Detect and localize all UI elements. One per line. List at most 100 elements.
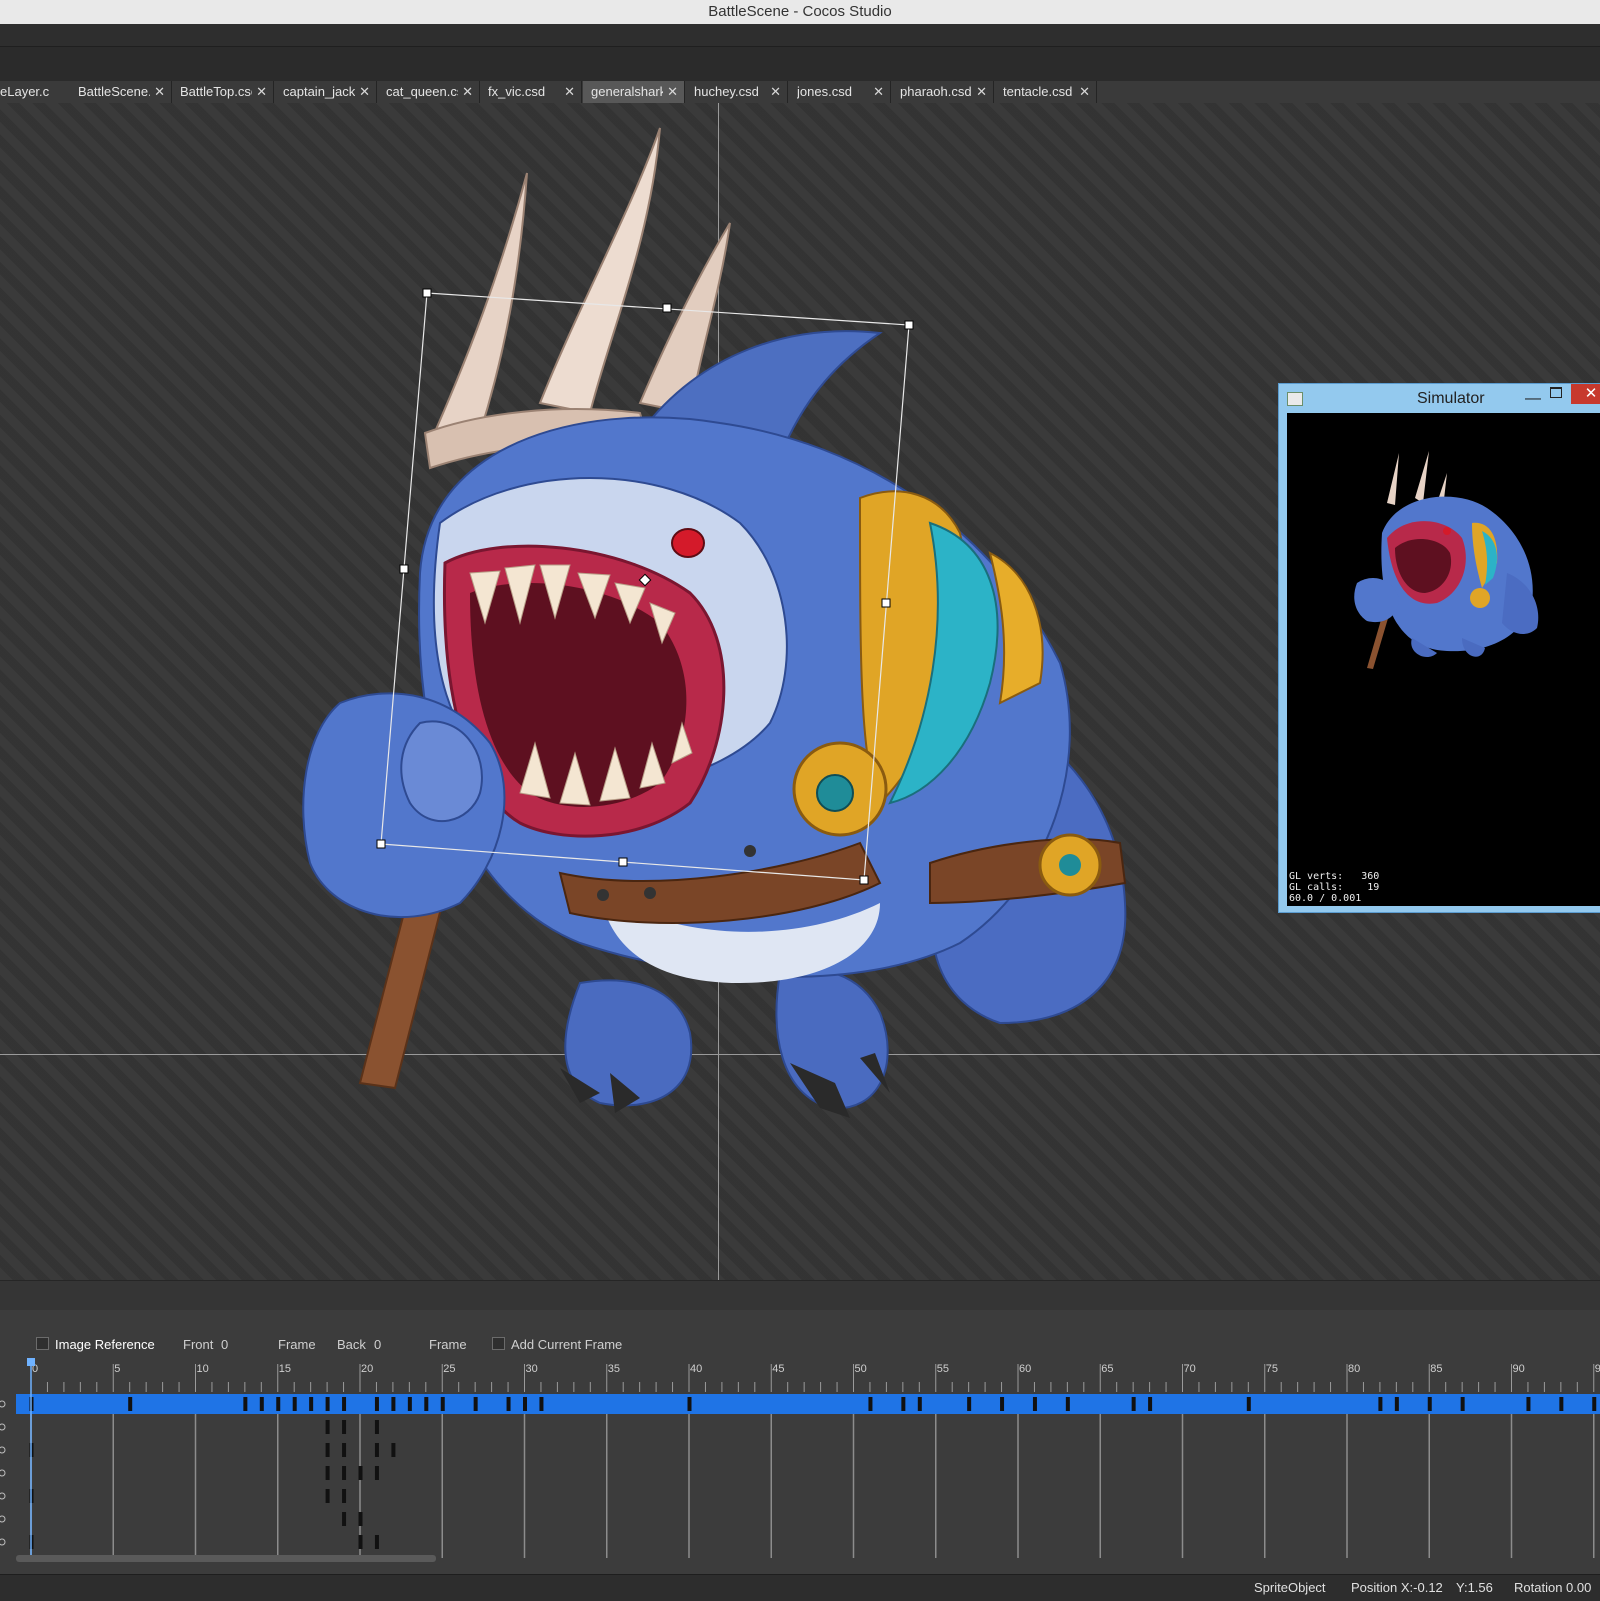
- timeline-tracks[interactable]: 05101520253035404550556065707580859095: [0, 1358, 1600, 1558]
- ruler-label: 55: [937, 1363, 949, 1375]
- timeline-options-bar: Image Reference Front 0 Frame Back 0 Fra…: [0, 1330, 1600, 1360]
- close-icon[interactable]: ✕: [1079, 81, 1090, 103]
- tab-label: cat_queen.cs: [386, 84, 458, 99]
- rotation-readout: Rotation 0.00: [1514, 1580, 1592, 1595]
- keyframe-marker: [325, 1397, 330, 1411]
- keyframe-marker: [243, 1397, 248, 1411]
- app-icon: [1287, 392, 1303, 406]
- front-frames-input[interactable]: 0: [221, 1337, 228, 1352]
- tab-label: pharaoh.csd: [900, 84, 972, 99]
- playhead-handle: [27, 1358, 35, 1366]
- resize-handle[interactable]: [618, 857, 628, 867]
- gl-stats-overlay: GL verts: 360 GL calls: 19 60.0 / 0.001: [1289, 871, 1379, 904]
- ruler-label: 25: [443, 1363, 455, 1375]
- keyframe-marker: [1032, 1397, 1037, 1411]
- keyframe-marker: [1000, 1397, 1005, 1411]
- menu-bar: [0, 24, 1600, 46]
- keyframe-marker: [1592, 1397, 1597, 1411]
- keyframe-marker: [292, 1397, 297, 1411]
- tab-fx-vic[interactable]: fx_vic.csd ✕: [480, 81, 582, 103]
- keyframe-marker: [1065, 1397, 1070, 1411]
- close-icon[interactable]: ✕: [564, 81, 575, 103]
- tab-huchey[interactable]: huchey.csd ✕: [686, 81, 788, 103]
- close-icon[interactable]: ✕: [462, 81, 473, 103]
- resize-handle[interactable]: [376, 839, 386, 849]
- tab-label: eLayer.c: [0, 84, 50, 99]
- close-icon[interactable]: ✕: [976, 81, 987, 103]
- tab-jones[interactable]: jones.csd ✕: [789, 81, 891, 103]
- panel-separator[interactable]: [0, 1280, 1600, 1311]
- tab-generalshark[interactable]: generalshark ✕: [583, 81, 685, 103]
- ruler-label: 85: [1430, 1363, 1442, 1375]
- ruler-label: 40: [690, 1363, 702, 1375]
- resize-handle[interactable]: [422, 288, 432, 298]
- keyframe-marker: [358, 1535, 363, 1549]
- close-icon[interactable]: ✕: [1571, 384, 1600, 404]
- front-frame-unit: Frame: [278, 1337, 316, 1352]
- close-icon[interactable]: ✕: [359, 81, 370, 103]
- image-reference-toggle[interactable]: Image Reference: [36, 1337, 155, 1352]
- keyframe-marker: [325, 1420, 330, 1434]
- shark-eye: [671, 528, 705, 558]
- timeline-horizontal-scrollbar[interactable]: [16, 1555, 436, 1562]
- tab-battletop[interactable]: BattleTop.csc ✕: [172, 81, 274, 103]
- resize-handle[interactable]: [399, 564, 409, 574]
- minimize-icon[interactable]: —: [1525, 384, 1541, 413]
- keyframe-marker: [342, 1466, 347, 1480]
- ruler-label: 45: [772, 1363, 784, 1375]
- keyframe-marker: [1559, 1397, 1564, 1411]
- keyframe-marker: [374, 1443, 379, 1457]
- window-title: BattleScene - Cocos Studio: [0, 0, 1600, 25]
- simulator-title: Simulator: [1417, 390, 1485, 407]
- resize-handle[interactable]: [859, 875, 869, 885]
- keyframe-marker: [325, 1466, 330, 1480]
- keyframe-marker: [342, 1443, 347, 1457]
- tab-battlescene[interactable]: BattleScene.c ✕: [70, 81, 172, 103]
- simulator-screen[interactable]: GL verts: 360 GL calls: 19 60.0 / 0.001: [1287, 413, 1600, 906]
- timeline-track-selected: [16, 1394, 1600, 1414]
- keyframe-marker: [1526, 1397, 1531, 1411]
- keyframe-marker: [523, 1397, 527, 1411]
- ruler-label: 75: [1266, 1363, 1278, 1375]
- keyframe-marker: [342, 1420, 347, 1434]
- track-visibility-icon: [0, 1400, 6, 1408]
- resize-handle[interactable]: [662, 303, 672, 313]
- keyframe-marker: [1148, 1397, 1153, 1411]
- keyframe-marker: [259, 1397, 264, 1411]
- tab-label: fx_vic.csd: [488, 84, 546, 99]
- add-current-frame-checkbox[interactable]: [492, 1337, 505, 1350]
- keyframe-marker: [358, 1512, 363, 1526]
- keyframe-marker: [440, 1397, 445, 1411]
- close-icon[interactable]: ✕: [770, 81, 781, 103]
- shark-warrior-sprite-preview: [1354, 451, 1539, 669]
- add-current-frame-toggle[interactable]: Add Current Frame: [492, 1337, 622, 1352]
- close-icon[interactable]: ✕: [667, 81, 678, 103]
- tab-cat-queen[interactable]: cat_queen.cs ✕: [378, 81, 480, 103]
- tab-label: BattleTop.csc: [180, 84, 252, 99]
- gl-calls-stat: GL calls: 19: [1289, 882, 1380, 893]
- back-frames-input[interactable]: 0: [374, 1337, 381, 1352]
- resize-handle[interactable]: [904, 320, 914, 330]
- maximize-icon[interactable]: [1550, 387, 1562, 398]
- close-icon[interactable]: ✕: [154, 81, 165, 103]
- close-icon[interactable]: ✕: [873, 81, 884, 103]
- shark-warrior-sprite[interactable]: [0, 103, 1200, 1280]
- keyframe-marker: [1378, 1397, 1383, 1411]
- keyframe-marker: [901, 1397, 906, 1411]
- track-visibility-icon: [0, 1492, 6, 1500]
- simulator-window[interactable]: Simulator — ✕ GL verts: 360 GL calls: 19 6…: [1278, 383, 1600, 913]
- tab-label: huchey.csd: [694, 84, 759, 99]
- close-icon[interactable]: ✕: [256, 81, 267, 103]
- resize-handle[interactable]: [881, 598, 891, 608]
- keyframe-marker: [473, 1397, 478, 1411]
- tab-pharaoh[interactable]: pharaoh.csd ✕: [892, 81, 994, 103]
- track-visibility-icon: [0, 1446, 6, 1454]
- image-reference-checkbox[interactable]: [36, 1337, 49, 1350]
- track-visibility-icon: [0, 1538, 6, 1546]
- simulator-titlebar[interactable]: Simulator — ✕: [1279, 384, 1600, 413]
- keyframe-marker: [506, 1397, 511, 1411]
- tab-captain-jack[interactable]: captain_jack ✕: [275, 81, 377, 103]
- tab-tentacle[interactable]: tentacle.csd ✕: [995, 81, 1097, 103]
- ruler-label: 35: [608, 1363, 620, 1375]
- keyframe-marker: [325, 1489, 330, 1503]
